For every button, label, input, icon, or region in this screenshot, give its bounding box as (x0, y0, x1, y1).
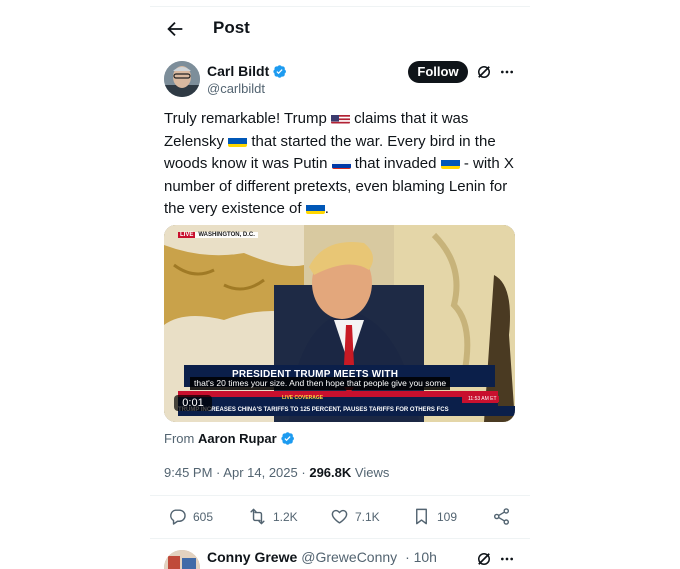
tweet-segment: that invaded (350, 155, 441, 172)
follow-button[interactable]: Follow (408, 61, 468, 83)
verified-badge-icon (273, 65, 287, 78)
reply-author-handle: @GreweConny (301, 549, 398, 565)
action-bar: 605 1.2K 7.1K 109 (150, 497, 530, 537)
source-name[interactable]: Aaron Rupar (198, 431, 277, 446)
post-meta: 9:45 PM · Apr 14, 2025 · 296.8K Views (164, 465, 389, 480)
author-name-text: Carl Bildt (207, 63, 270, 79)
post-time[interactable]: 9:45 PM (164, 465, 212, 480)
tweet-segment: Truly remarkable! Trump (164, 110, 331, 127)
ukraine-flag-icon (305, 202, 325, 214)
grok-icon[interactable] (475, 63, 493, 81)
us-flag-icon (331, 112, 350, 124)
ticker-text: TRUMP INCREASES CHINA'S TARIFFS TO 125 P… (178, 407, 435, 413)
video-caption: that's 20 times your size. And then hope… (190, 377, 451, 390)
heart-icon (331, 509, 348, 524)
grok-icon[interactable] (475, 550, 493, 568)
tweet-segment: . (324, 200, 329, 217)
share-icon (493, 508, 510, 525)
reply-author-avatar[interactable] (164, 550, 200, 569)
verified-badge-icon (281, 432, 294, 445)
bookmark-count: 109 (437, 510, 458, 524)
meta-dot: · (216, 465, 221, 480)
video-frame (164, 225, 515, 422)
broadcast-clock: 11:53 AM ET (466, 396, 499, 402)
live-label: LIVE (178, 232, 196, 238)
author-name[interactable]: Carl Bildt (207, 63, 287, 79)
reply-author-name: Conny Grewe (207, 549, 298, 565)
ukraine-flag-icon (228, 135, 248, 147)
coverage-label: LIVE COVERAGE (282, 395, 324, 401)
page-title: Post (213, 18, 250, 37)
tweet-text: Truly remarkable! Trump claims that it w… (164, 108, 524, 221)
views-label: Views (354, 465, 390, 480)
meta-dot: · (301, 465, 306, 480)
reply-author[interactable]: Conny Grewe @GreweConny · 10h (207, 549, 437, 565)
post-column: Post Carl Bildt @carlbildt Follow Truly … (150, 0, 530, 569)
author-handle[interactable]: @carlbildt (207, 81, 265, 96)
network-label: FCS (436, 407, 449, 413)
post-header: Post (150, 14, 530, 44)
back-arrow-icon[interactable] (164, 18, 186, 40)
divider (150, 495, 530, 496)
source-attribution: From Aaron Rupar (164, 431, 295, 446)
source-prefix: From (164, 431, 195, 446)
ukraine-flag-icon (440, 157, 460, 169)
repost-count: 1.2K (273, 510, 298, 524)
russia-flag-icon (331, 157, 351, 169)
video-timer: 0:01 (174, 395, 212, 411)
bookmark-icon (416, 508, 427, 525)
reply-time: · 10h (405, 549, 437, 565)
reply-count: 605 (193, 510, 214, 524)
views-count: 296.8K (309, 465, 352, 480)
divider (150, 538, 530, 539)
news-ticker: TRUMP INCREASES CHINA'S TARIFFS TO 125 P… (178, 407, 449, 413)
top-divider (150, 6, 530, 7)
more-options-icon[interactable] (499, 551, 515, 567)
reply-icon (170, 509, 186, 525)
location-label: WASHINGTON, D.C. (195, 232, 258, 238)
live-badge: LIVE WASHINGTON, D.C. (178, 231, 258, 240)
author-avatar[interactable] (164, 61, 200, 97)
more-options-icon[interactable] (499, 64, 515, 80)
repost-icon (250, 508, 265, 525)
like-count: 7.1K (355, 510, 380, 524)
video-player[interactable]: LIVE WASHINGTON, D.C. PRESIDENT TRUMP MEE… (164, 225, 515, 422)
post-date[interactable]: Apr 14, 2025 (223, 465, 297, 480)
